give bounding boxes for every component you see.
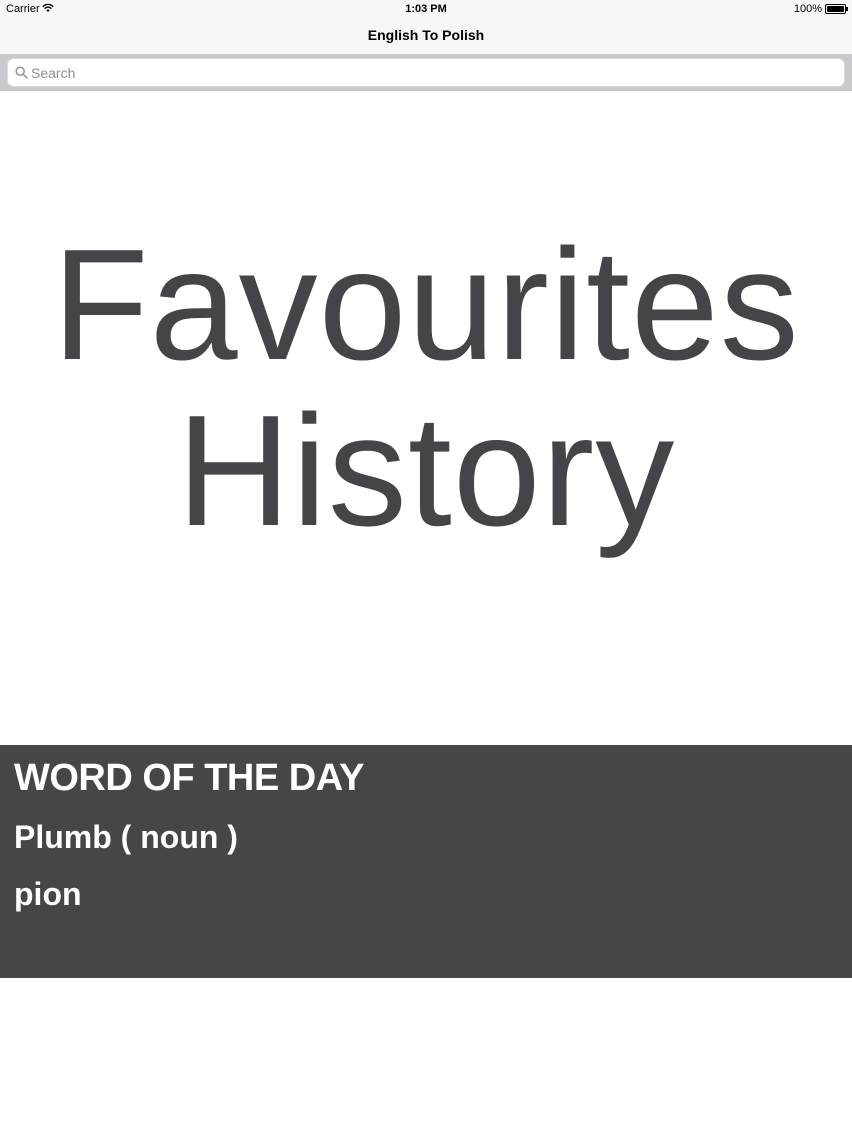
app-screen: Carrier 1:03 PM 100% English To Polish S… <box>0 0 852 1136</box>
battery-percentage: 100% <box>793 3 822 15</box>
history-button[interactable]: History <box>0 392 852 550</box>
search-field[interactable] <box>7 58 845 87</box>
word-of-the-day-panel[interactable]: WORD OF THE DAY Plumb ( noun ) pion <box>0 745 852 978</box>
clock: 1:03 PM <box>405 3 447 15</box>
word-of-the-day-heading: WORD OF THE DAY <box>14 757 365 799</box>
status-bar: Carrier 1:03 PM 100% <box>0 0 852 18</box>
search-icon <box>15 66 28 79</box>
page-title: English To Polish <box>367 27 485 43</box>
word-of-the-day-translation: pion <box>14 876 82 912</box>
search-bar <box>0 54 852 91</box>
search-input[interactable] <box>31 59 831 86</box>
word-of-the-day-word: Plumb ( noun ) <box>14 819 238 855</box>
favourites-button[interactable]: Favourites <box>0 226 852 384</box>
navigation-bar: English To Polish <box>0 18 852 54</box>
battery-icon <box>825 4 848 14</box>
